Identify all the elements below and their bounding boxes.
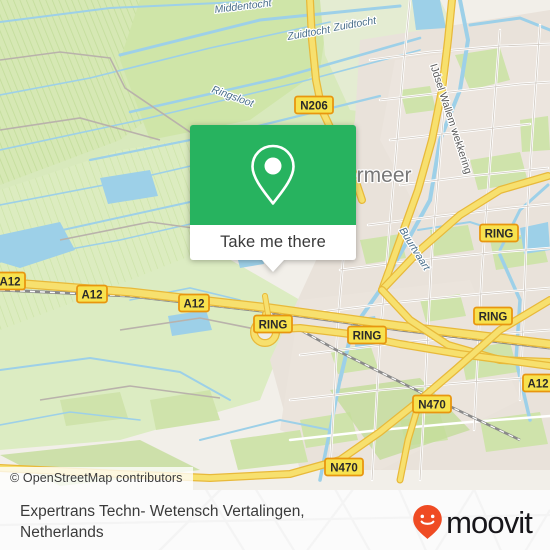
water-label: Zuidtocht — [331, 14, 378, 34]
moovit-map-screenshot: Middentocht Zuidtocht Zuidtocht Ringsloot Bu… — [0, 0, 550, 550]
moovit-pin-smiley-icon — [413, 505, 442, 539]
road-shield[interactable]: RING — [479, 223, 519, 243]
water-label: Zuidtocht — [285, 23, 332, 43]
road-shield[interactable]: A12 — [178, 293, 210, 313]
road-shield-label: A12 — [0, 276, 21, 288]
popup-cta-label: Take me there — [220, 233, 326, 251]
popup-tail — [262, 260, 284, 272]
road-shield[interactable]: A12 — [76, 284, 108, 304]
water-label: Ringsloot — [210, 84, 256, 111]
water-label: Middentocht — [214, 0, 273, 16]
road-shield-label: RING — [479, 311, 508, 323]
road-shield[interactable]: N206 — [294, 95, 334, 115]
osm-attribution[interactable]: © OpenStreetMap contributors — [0, 467, 193, 490]
take-me-there-popup[interactable]: Take me there — [190, 125, 356, 272]
road-shield-label: RING — [485, 228, 514, 240]
road-shield-label: RING — [353, 330, 382, 342]
moovit-brand[interactable]: moovit — [412, 504, 533, 540]
moovit-wordmark: moovit — [446, 504, 533, 540]
road-shield-label: RING — [259, 319, 288, 331]
road-shield[interactable]: N470 — [324, 457, 364, 477]
footer-bar: Expertrans Techn- Wetensch Vertalingen, … — [0, 490, 550, 550]
road-shield-label: N470 — [418, 399, 446, 411]
popup-cta[interactable]: Take me there — [190, 225, 356, 260]
map-pin-icon — [251, 144, 295, 205]
water-label: Buurtvaart — [396, 225, 432, 273]
road-shield[interactable]: RING — [473, 306, 513, 326]
road-shield[interactable]: A12 — [0, 271, 26, 291]
location-title: Expertrans Techn- Wetensch Vertalingen, … — [20, 503, 305, 541]
road-shield[interactable]: RING — [253, 314, 293, 334]
road-shield-label: A12 — [81, 289, 102, 301]
road-shield[interactable]: N470 — [412, 394, 452, 414]
road-shield-label: N206 — [300, 100, 328, 112]
road-shield-label: A12 — [527, 378, 548, 390]
road-shield-label: N470 — [330, 462, 358, 474]
popup-header — [190, 125, 356, 225]
street-label: IJdsel Wallem wekkering — [427, 62, 474, 175]
road-shield-label: A12 — [183, 298, 204, 310]
road-shield[interactable]: A12 — [522, 373, 550, 393]
road-shield[interactable]: RING — [347, 325, 387, 345]
